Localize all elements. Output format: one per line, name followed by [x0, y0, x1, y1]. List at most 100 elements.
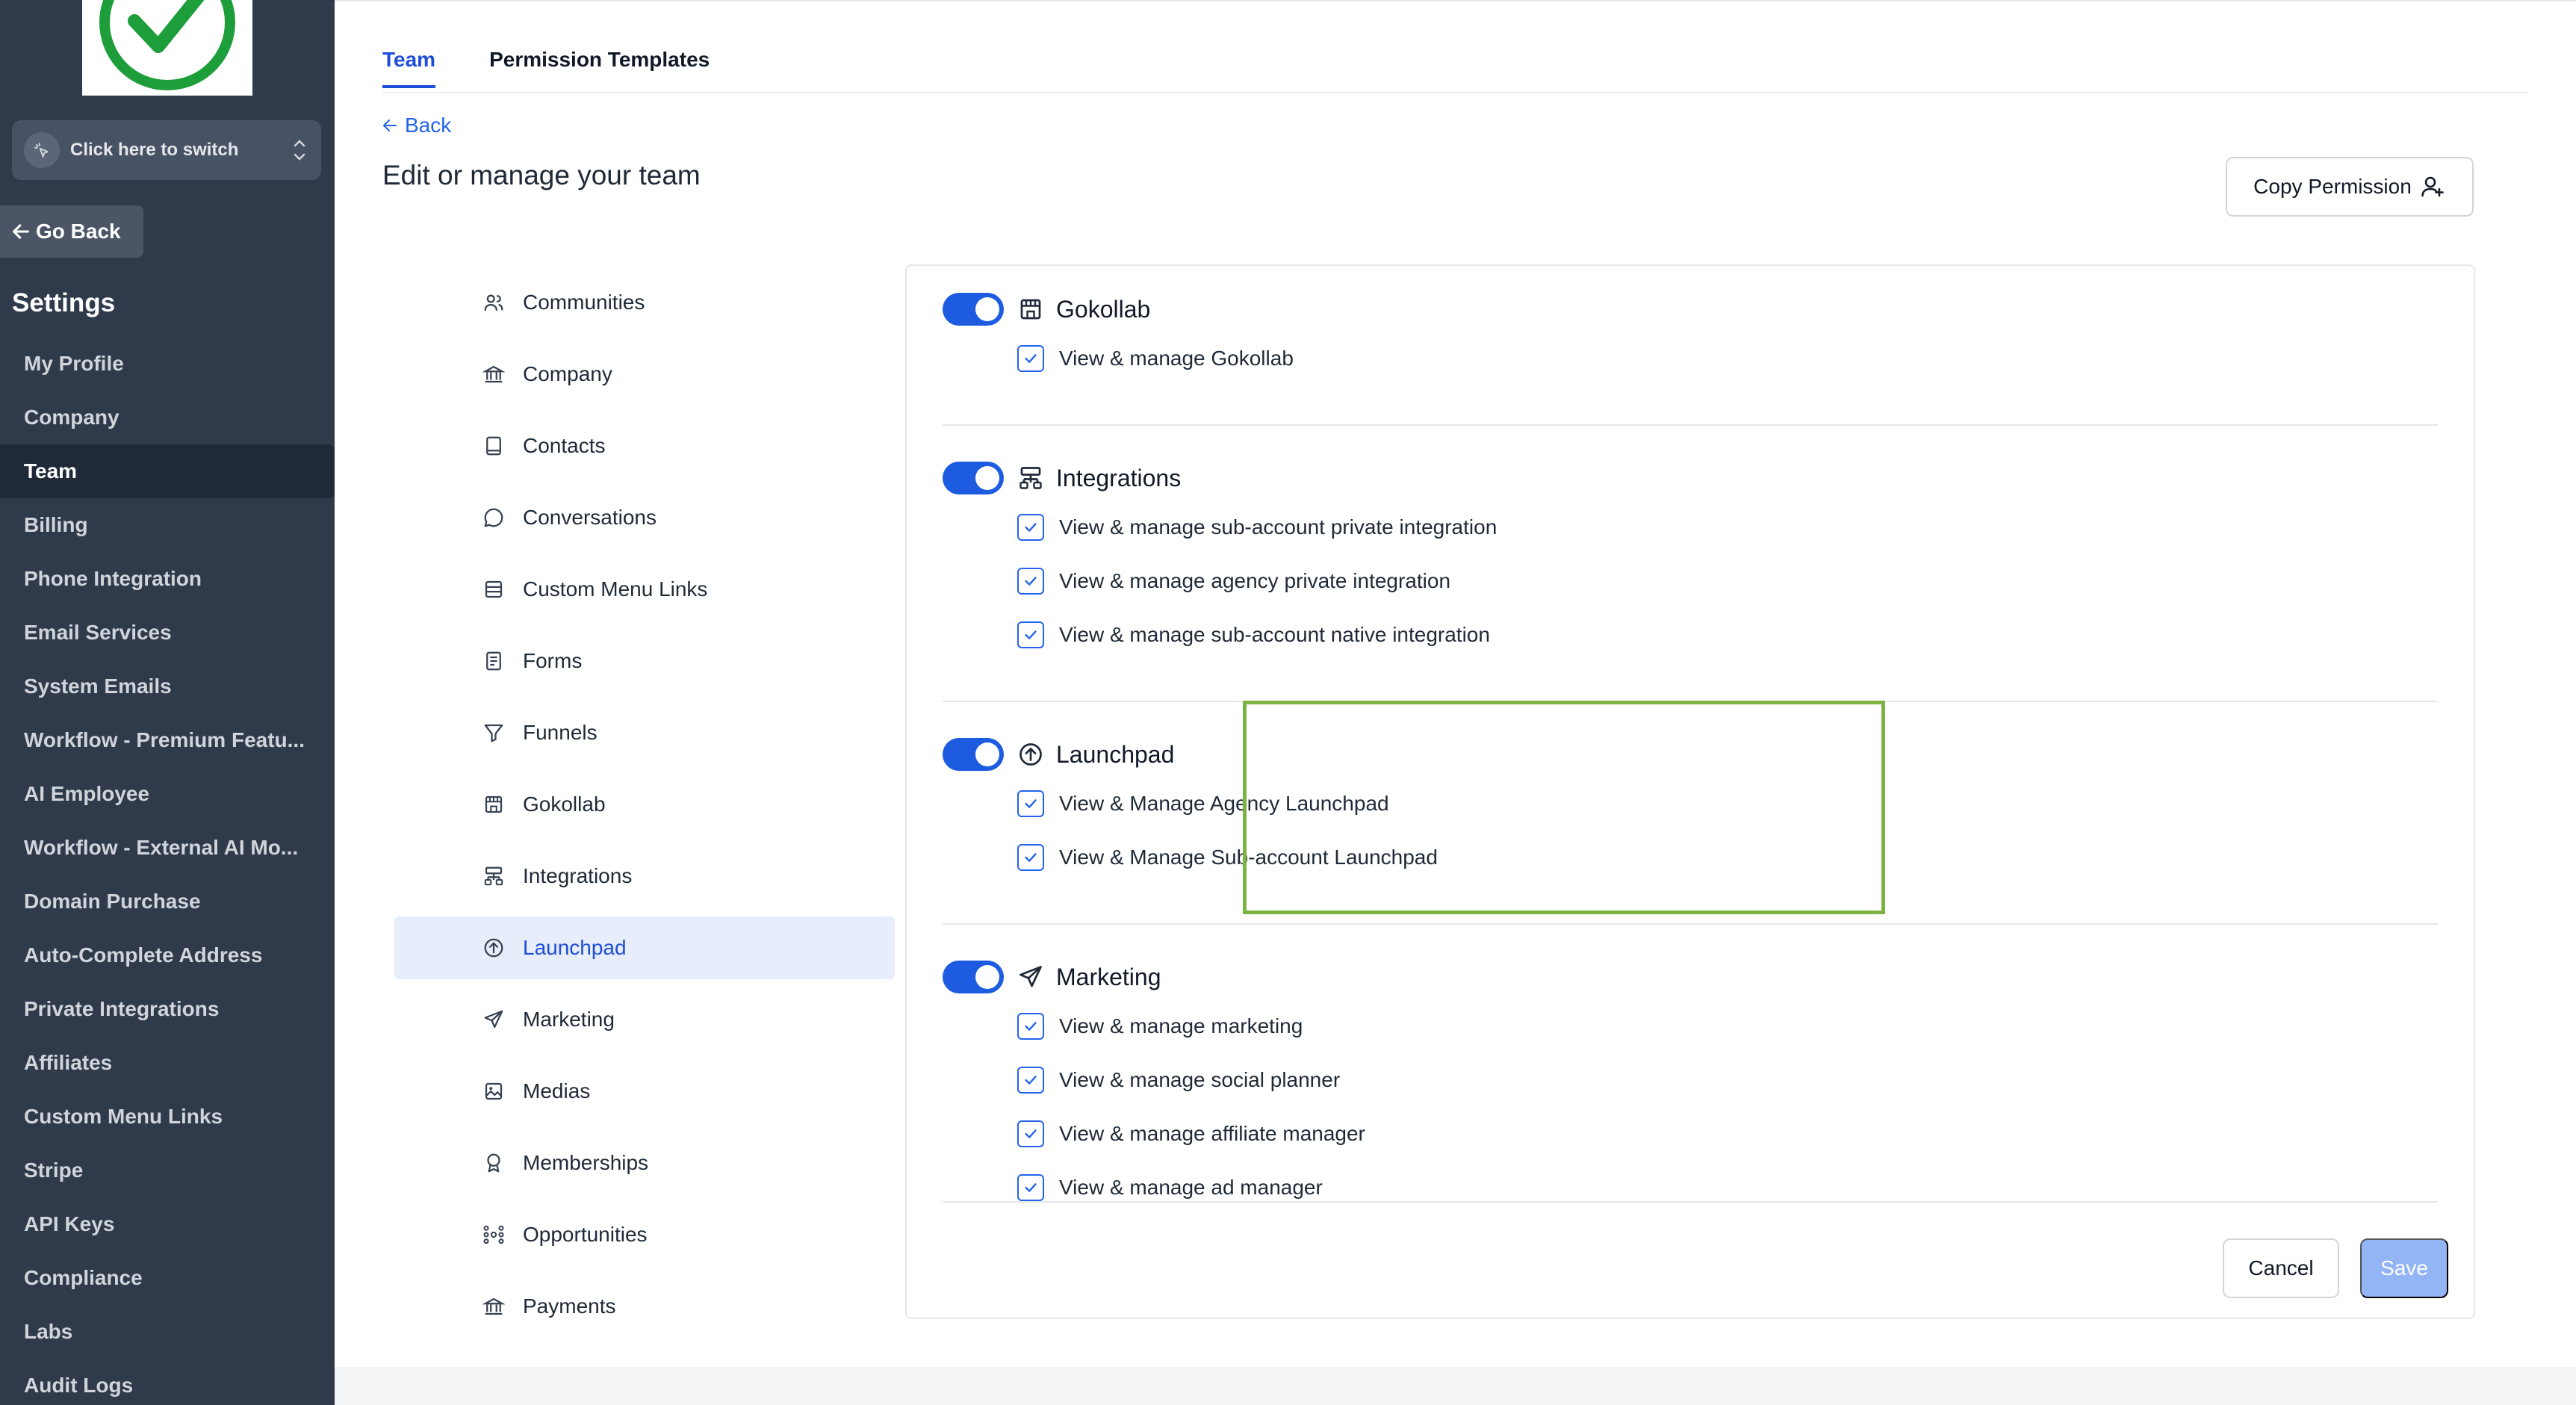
copy-permission-button[interactable]: Copy Permission	[2226, 157, 2474, 217]
sidebar-item-my-profile[interactable]: My Profile	[0, 337, 335, 391]
category-communities[interactable]: Communities	[394, 271, 895, 334]
top-border	[335, 0, 2576, 1]
section-divider	[943, 701, 2438, 702]
arrow-left-icon	[383, 120, 397, 131]
permission-label: View & manage marketing	[1059, 1014, 1303, 1038]
check-icon	[1025, 630, 1037, 639]
permissions-scroll-area[interactable]: Gokollab View & manage Gokollab Integrat…	[907, 266, 2474, 1201]
marketing-toggle[interactable]	[943, 961, 1004, 993]
section-title: Gokollab	[1056, 295, 1151, 323]
checkbox[interactable]	[1017, 1067, 1044, 1094]
checkbox[interactable]	[1017, 345, 1044, 372]
category-company[interactable]: Company	[394, 343, 895, 406]
sidebar-item-custom-menu-links[interactable]: Custom Menu Links	[0, 1090, 335, 1144]
integrations-icon	[484, 866, 503, 886]
checkbox[interactable]	[1017, 1013, 1044, 1040]
store-icon	[485, 795, 503, 813]
sidebar-item-audit-logs[interactable]: Audit Logs	[0, 1359, 335, 1405]
image-icon	[485, 1082, 503, 1100]
sidebar-item-domain-purchase[interactable]: Domain Purchase	[0, 875, 335, 928]
category-medias[interactable]: Medias	[394, 1060, 895, 1123]
sidebar-item-team[interactable]: Team	[0, 444, 335, 498]
bottom-band	[335, 1367, 2576, 1405]
sidebar-item-workflow-premium[interactable]: Workflow - Premium Featu...	[0, 713, 335, 767]
network-icon	[483, 1225, 504, 1244]
page-title: Edit or manage your team	[382, 160, 701, 190]
sidebar-item-auto-complete-address[interactable]: Auto-Complete Address	[0, 928, 335, 982]
permission-label: View & manage Gokollab	[1059, 347, 1294, 370]
permission-item[interactable]: View & manage ad manager	[943, 1161, 2438, 1201]
category-gokollab[interactable]: Gokollab	[394, 773, 895, 836]
tab-permission-templates[interactable]: Permission Templates	[489, 43, 710, 88]
category-conversations[interactable]: Conversations	[394, 486, 895, 549]
sidebar-item-phone-integration[interactable]: Phone Integration	[0, 552, 335, 606]
category-contacts[interactable]: Contacts	[394, 415, 895, 477]
sidebar-item-private-integrations[interactable]: Private Integrations	[0, 982, 335, 1036]
category-launchpad[interactable]: Launchpad	[394, 916, 895, 979]
permission-section-integrations: Integrations View & manage sub-account p…	[943, 456, 2438, 662]
category-forms[interactable]: Forms	[394, 630, 895, 692]
sidebar-item-system-emails[interactable]: System Emails	[0, 660, 335, 713]
category-custom-menu-links[interactable]: Custom Menu Links	[394, 558, 895, 621]
chevron-up-down-icon	[291, 137, 308, 167]
permission-item[interactable]: View & manage marketing	[943, 999, 2438, 1053]
category-label: Memberships	[523, 1151, 649, 1174]
sidebar-item-company[interactable]: Company	[0, 391, 335, 444]
section-title: Launchpad	[1056, 740, 1175, 768]
sidebar-item-ai-employee[interactable]: AI Employee	[0, 767, 335, 821]
permission-item[interactable]: View & manage agency private integration	[943, 554, 2438, 608]
section-title: Marketing	[1056, 963, 1161, 990]
gokollab-toggle[interactable]	[943, 293, 1004, 326]
category-funnels[interactable]: Funnels	[394, 701, 895, 764]
sidebar-item-workflow-external-ai[interactable]: Workflow - External AI Mo...	[0, 821, 335, 875]
permission-item[interactable]: View & manage social planner	[943, 1053, 2438, 1107]
permissions-panel: Gokollab View & manage Gokollab Integrat…	[905, 264, 2475, 1319]
back-link[interactable]: Back	[381, 114, 451, 137]
checkbox[interactable]	[1017, 844, 1044, 871]
check-logo-icon	[99, 0, 235, 90]
checkbox[interactable]	[1017, 568, 1044, 595]
category-opportunities[interactable]: Opportunities	[394, 1203, 895, 1266]
category-memberships[interactable]: Memberships	[394, 1132, 895, 1194]
permission-label: View & manage sub-account private integr…	[1059, 515, 1498, 539]
sidebar-item-labs[interactable]: Labs	[0, 1305, 335, 1359]
checkbox[interactable]	[1017, 790, 1044, 817]
checkbox[interactable]	[1017, 514, 1044, 541]
cancel-button[interactable]: Cancel	[2223, 1238, 2339, 1298]
checkbox[interactable]	[1017, 621, 1044, 648]
category-payments[interactable]: Payments	[394, 1275, 895, 1338]
copy-permission-label: Copy Permission	[2253, 175, 2412, 198]
integrations-toggle[interactable]	[943, 462, 1004, 494]
category-label: Conversations	[523, 506, 657, 529]
arrow-left-icon	[13, 224, 29, 239]
category-integrations[interactable]: Integrations	[394, 845, 895, 908]
go-back-button[interactable]: Go Back	[0, 205, 143, 258]
sidebar-item-api-keys[interactable]: API Keys	[0, 1197, 335, 1251]
permission-item[interactable]: View & manage sub-account private integr…	[943, 500, 2438, 554]
permission-section-gokollab: Gokollab View & manage Gokollab	[943, 287, 2438, 385]
permission-item[interactable]: View & Manage Agency Launchpad	[943, 777, 2438, 831]
sidebar-item-email-services[interactable]: Email Services	[0, 606, 335, 660]
permission-item[interactable]: View & Manage Sub-account Launchpad	[943, 831, 2438, 884]
sidebar-item-compliance[interactable]: Compliance	[0, 1251, 335, 1305]
permission-item[interactable]: View & manage affiliate manager	[943, 1107, 2438, 1161]
category-marketing[interactable]: Marketing	[394, 988, 895, 1051]
panel-footer-divider	[943, 1201, 2438, 1203]
save-button[interactable]: Save	[2360, 1238, 2448, 1298]
sidebar-item-billing[interactable]: Billing	[0, 498, 335, 552]
check-icon	[1025, 577, 1037, 586]
checkbox[interactable]	[1017, 1120, 1044, 1147]
permission-item[interactable]: View & manage Gokollab	[943, 332, 2438, 385]
launchpad-toggle[interactable]	[943, 738, 1004, 771]
category-label: Company	[523, 362, 612, 385]
permission-label: View & Manage Agency Launchpad	[1059, 792, 1389, 815]
permission-item[interactable]: View & manage sub-account native integra…	[943, 608, 2438, 662]
sidebar-item-affiliates[interactable]: Affiliates	[0, 1036, 335, 1090]
check-icon	[1025, 1076, 1037, 1085]
account-switcher[interactable]: Click here to switch	[12, 120, 321, 180]
tab-team[interactable]: Team	[382, 43, 436, 88]
checkbox[interactable]	[1017, 1174, 1044, 1201]
permission-label: View & manage social planner	[1059, 1068, 1341, 1091]
sidebar-item-stripe[interactable]: Stripe	[0, 1144, 335, 1197]
permission-label: View & Manage Sub-account Launchpad	[1059, 846, 1438, 869]
